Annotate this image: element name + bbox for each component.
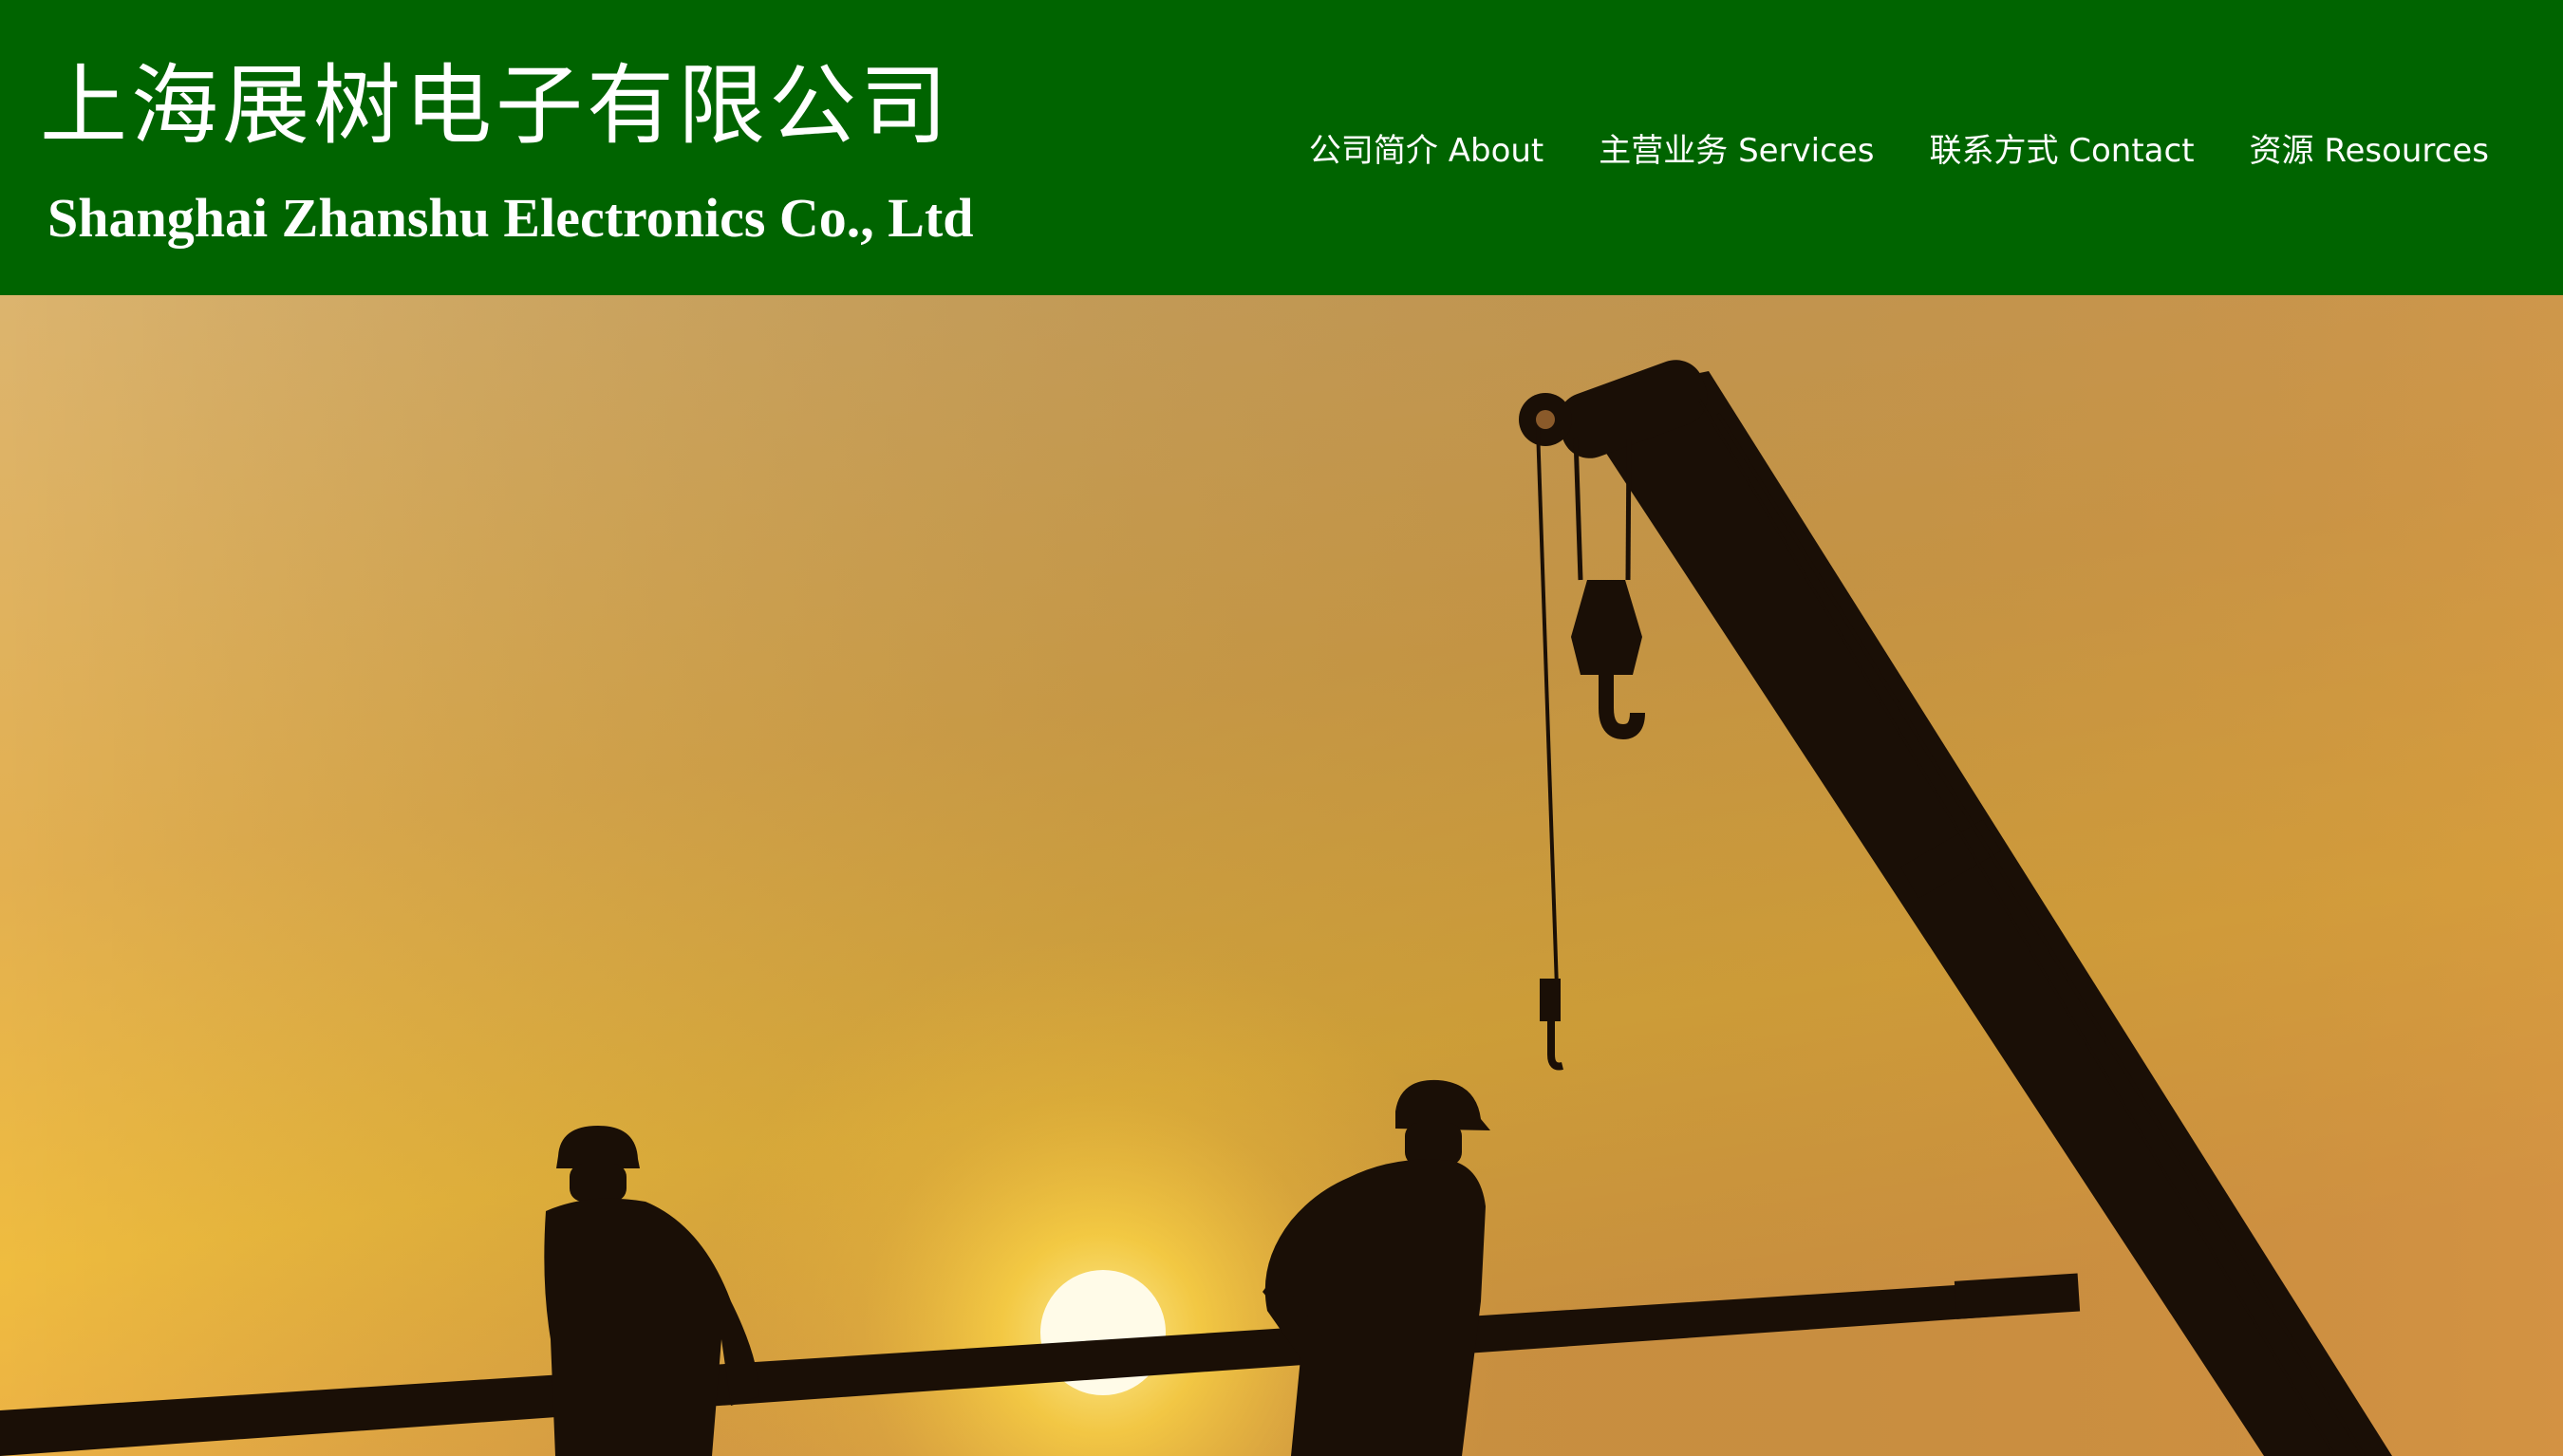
nav-item-contact[interactable]: 联系方式 Contact bbox=[1929, 124, 2194, 171]
sunset-construction-illustration bbox=[0, 295, 2563, 1456]
main-navigation: 公司简介 About 主营业务 Services 联系方式 Contact 资源… bbox=[1309, 119, 2489, 176]
company-name-chinese[interactable]: 上海展树电子有限公司 bbox=[40, 49, 951, 163]
nav-item-about[interactable]: 公司简介 About bbox=[1309, 124, 1543, 171]
hero-banner-image bbox=[0, 295, 2563, 1456]
company-name-english[interactable]: Shanghai Zhanshu Electronics Co., Ltd bbox=[47, 180, 974, 256]
site-header: 上海展树电子有限公司 Shanghai Zhanshu Electronics … bbox=[0, 0, 2563, 295]
nav-item-services[interactable]: 主营业务 Services bbox=[1599, 124, 1874, 171]
nav-item-resources[interactable]: 资源 Resources bbox=[2250, 124, 2489, 171]
